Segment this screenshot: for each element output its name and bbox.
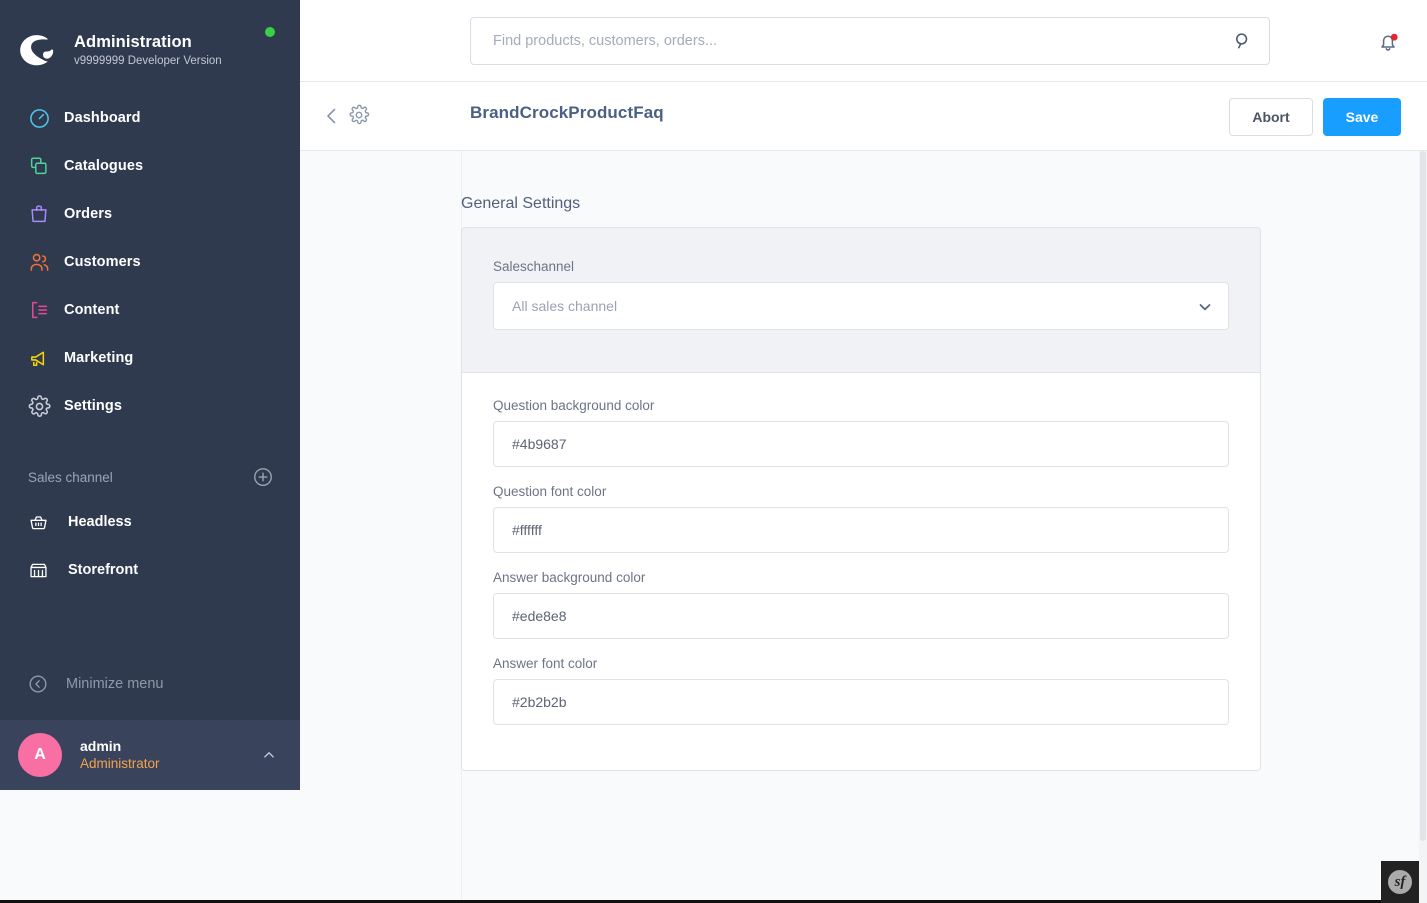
headless-basket-icon [26, 510, 50, 534]
symfony-profiler-icon[interactable]: sf [1381, 861, 1419, 903]
saleschannel-label: Saleschannel [493, 259, 575, 274]
field-label: Answer background color [493, 570, 646, 585]
user-name: admin [80, 738, 122, 754]
sidebar-item-marketing[interactable]: Marketing [0, 334, 300, 382]
sidebar-item-content[interactable]: Content [0, 286, 300, 334]
sidebar-item-customers[interactable]: Customers [0, 238, 300, 286]
settings-gear-icon[interactable] [348, 104, 372, 128]
section-title: General Settings [461, 195, 581, 212]
chevron-left-icon[interactable] [320, 104, 344, 128]
page-header: BrandCrockProductFaq Abort Save [300, 82, 1427, 151]
scrollbar-thumb[interactable] [1420, 151, 1426, 841]
minimize-menu-label: Minimize menu [66, 676, 164, 692]
main-navigation: Dashboard Catalogues Orders Customers Co… [0, 94, 300, 430]
question-background-color-input[interactable] [493, 421, 1229, 467]
search-icon[interactable] [1232, 30, 1254, 52]
admin-window: Administration v9999999 Developer Versio… [0, 0, 1427, 903]
orders-icon [26, 201, 52, 227]
shopware-logo-icon [14, 27, 60, 73]
question-font-color-input[interactable] [493, 507, 1229, 553]
global-search [470, 17, 1270, 65]
add-circle-icon[interactable] [252, 466, 274, 488]
content-area: General Settings Saleschannel All sales … [300, 151, 1419, 903]
marketing-icon [26, 345, 52, 371]
top-bar [300, 0, 1427, 82]
answer-background-color-input[interactable] [493, 593, 1229, 639]
sidebar-item-label: Catalogues [64, 158, 144, 174]
color-fields-section: Question background color Question font … [462, 373, 1260, 770]
brand-title: Administration [74, 32, 192, 51]
sidebar-item-catalogues[interactable]: Catalogues [0, 142, 300, 190]
page-title: BrandCrockProductFaq [470, 103, 664, 122]
field-label: Question background color [493, 398, 655, 413]
field-question-font-color: Question font color [493, 484, 1229, 553]
user-role: Administrator [80, 756, 160, 771]
sidebar-item-dashboard[interactable]: Dashboard [0, 94, 300, 142]
saleschannel-select[interactable]: All sales channel [493, 282, 1229, 330]
sales-channel-label: Headless [68, 514, 132, 530]
sales-channel-label: Storefront [68, 562, 139, 578]
vertical-scrollbar[interactable] [1419, 151, 1427, 903]
symfony-logo-glyph: sf [1388, 870, 1412, 894]
sidebar-item-label: Orders [64, 206, 113, 222]
bell-icon[interactable] [1373, 27, 1403, 57]
chevron-up-icon[interactable] [260, 746, 278, 764]
abort-button[interactable]: Abort [1229, 98, 1313, 136]
avatar: A [18, 733, 62, 777]
search-input[interactable] [470, 17, 1270, 65]
status-indicator-dot [265, 27, 275, 37]
user-profile-bar[interactable]: A admin Administrator [0, 720, 300, 790]
sidebar-item-label: Marketing [64, 350, 134, 366]
sidebar-item-storefront[interactable]: Storefront [0, 546, 300, 594]
field-label: Question font color [493, 484, 607, 499]
field-answer-background-color: Answer background color [493, 570, 1229, 639]
catalogues-icon [26, 153, 52, 179]
sidebar-item-headless[interactable]: Headless [0, 498, 300, 546]
settings-gear-icon [26, 393, 52, 419]
saleschannel-select-wrap: All sales channel [493, 282, 1229, 330]
sidebar: Administration v9999999 Developer Versio… [0, 0, 300, 790]
brand-header[interactable]: Administration v9999999 Developer Versio… [0, 0, 300, 84]
general-settings-card: Saleschannel All sales channel Question … [461, 227, 1261, 771]
brand-version: v9999999 Developer Version [74, 54, 222, 67]
sales-channel-section-header: Sales channel [0, 456, 300, 498]
field-question-background-color: Question background color [493, 398, 1229, 467]
answer-font-color-input[interactable] [493, 679, 1229, 725]
sidebar-item-label: Settings [64, 398, 122, 414]
dashboard-icon [26, 105, 52, 131]
field-label: Answer font color [493, 656, 598, 671]
sidebar-item-label: Dashboard [64, 110, 141, 126]
customers-icon [26, 249, 52, 275]
content-icon [26, 297, 52, 323]
page-header-actions: Abort Save [1229, 98, 1401, 136]
sidebar-item-orders[interactable]: Orders [0, 190, 300, 238]
saleschannel-section: Saleschannel All sales channel [462, 228, 1260, 373]
storefront-icon [26, 558, 50, 582]
minimize-menu-button[interactable]: Minimize menu [0, 660, 300, 708]
sidebar-item-label: Customers [64, 254, 141, 270]
collapse-left-icon [26, 672, 50, 696]
save-button[interactable]: Save [1323, 98, 1401, 136]
field-answer-font-color: Answer font color [493, 656, 1229, 725]
sales-channel-title: Sales channel [28, 469, 113, 485]
sidebar-item-label: Content [64, 302, 120, 318]
sidebar-item-settings[interactable]: Settings [0, 382, 300, 430]
